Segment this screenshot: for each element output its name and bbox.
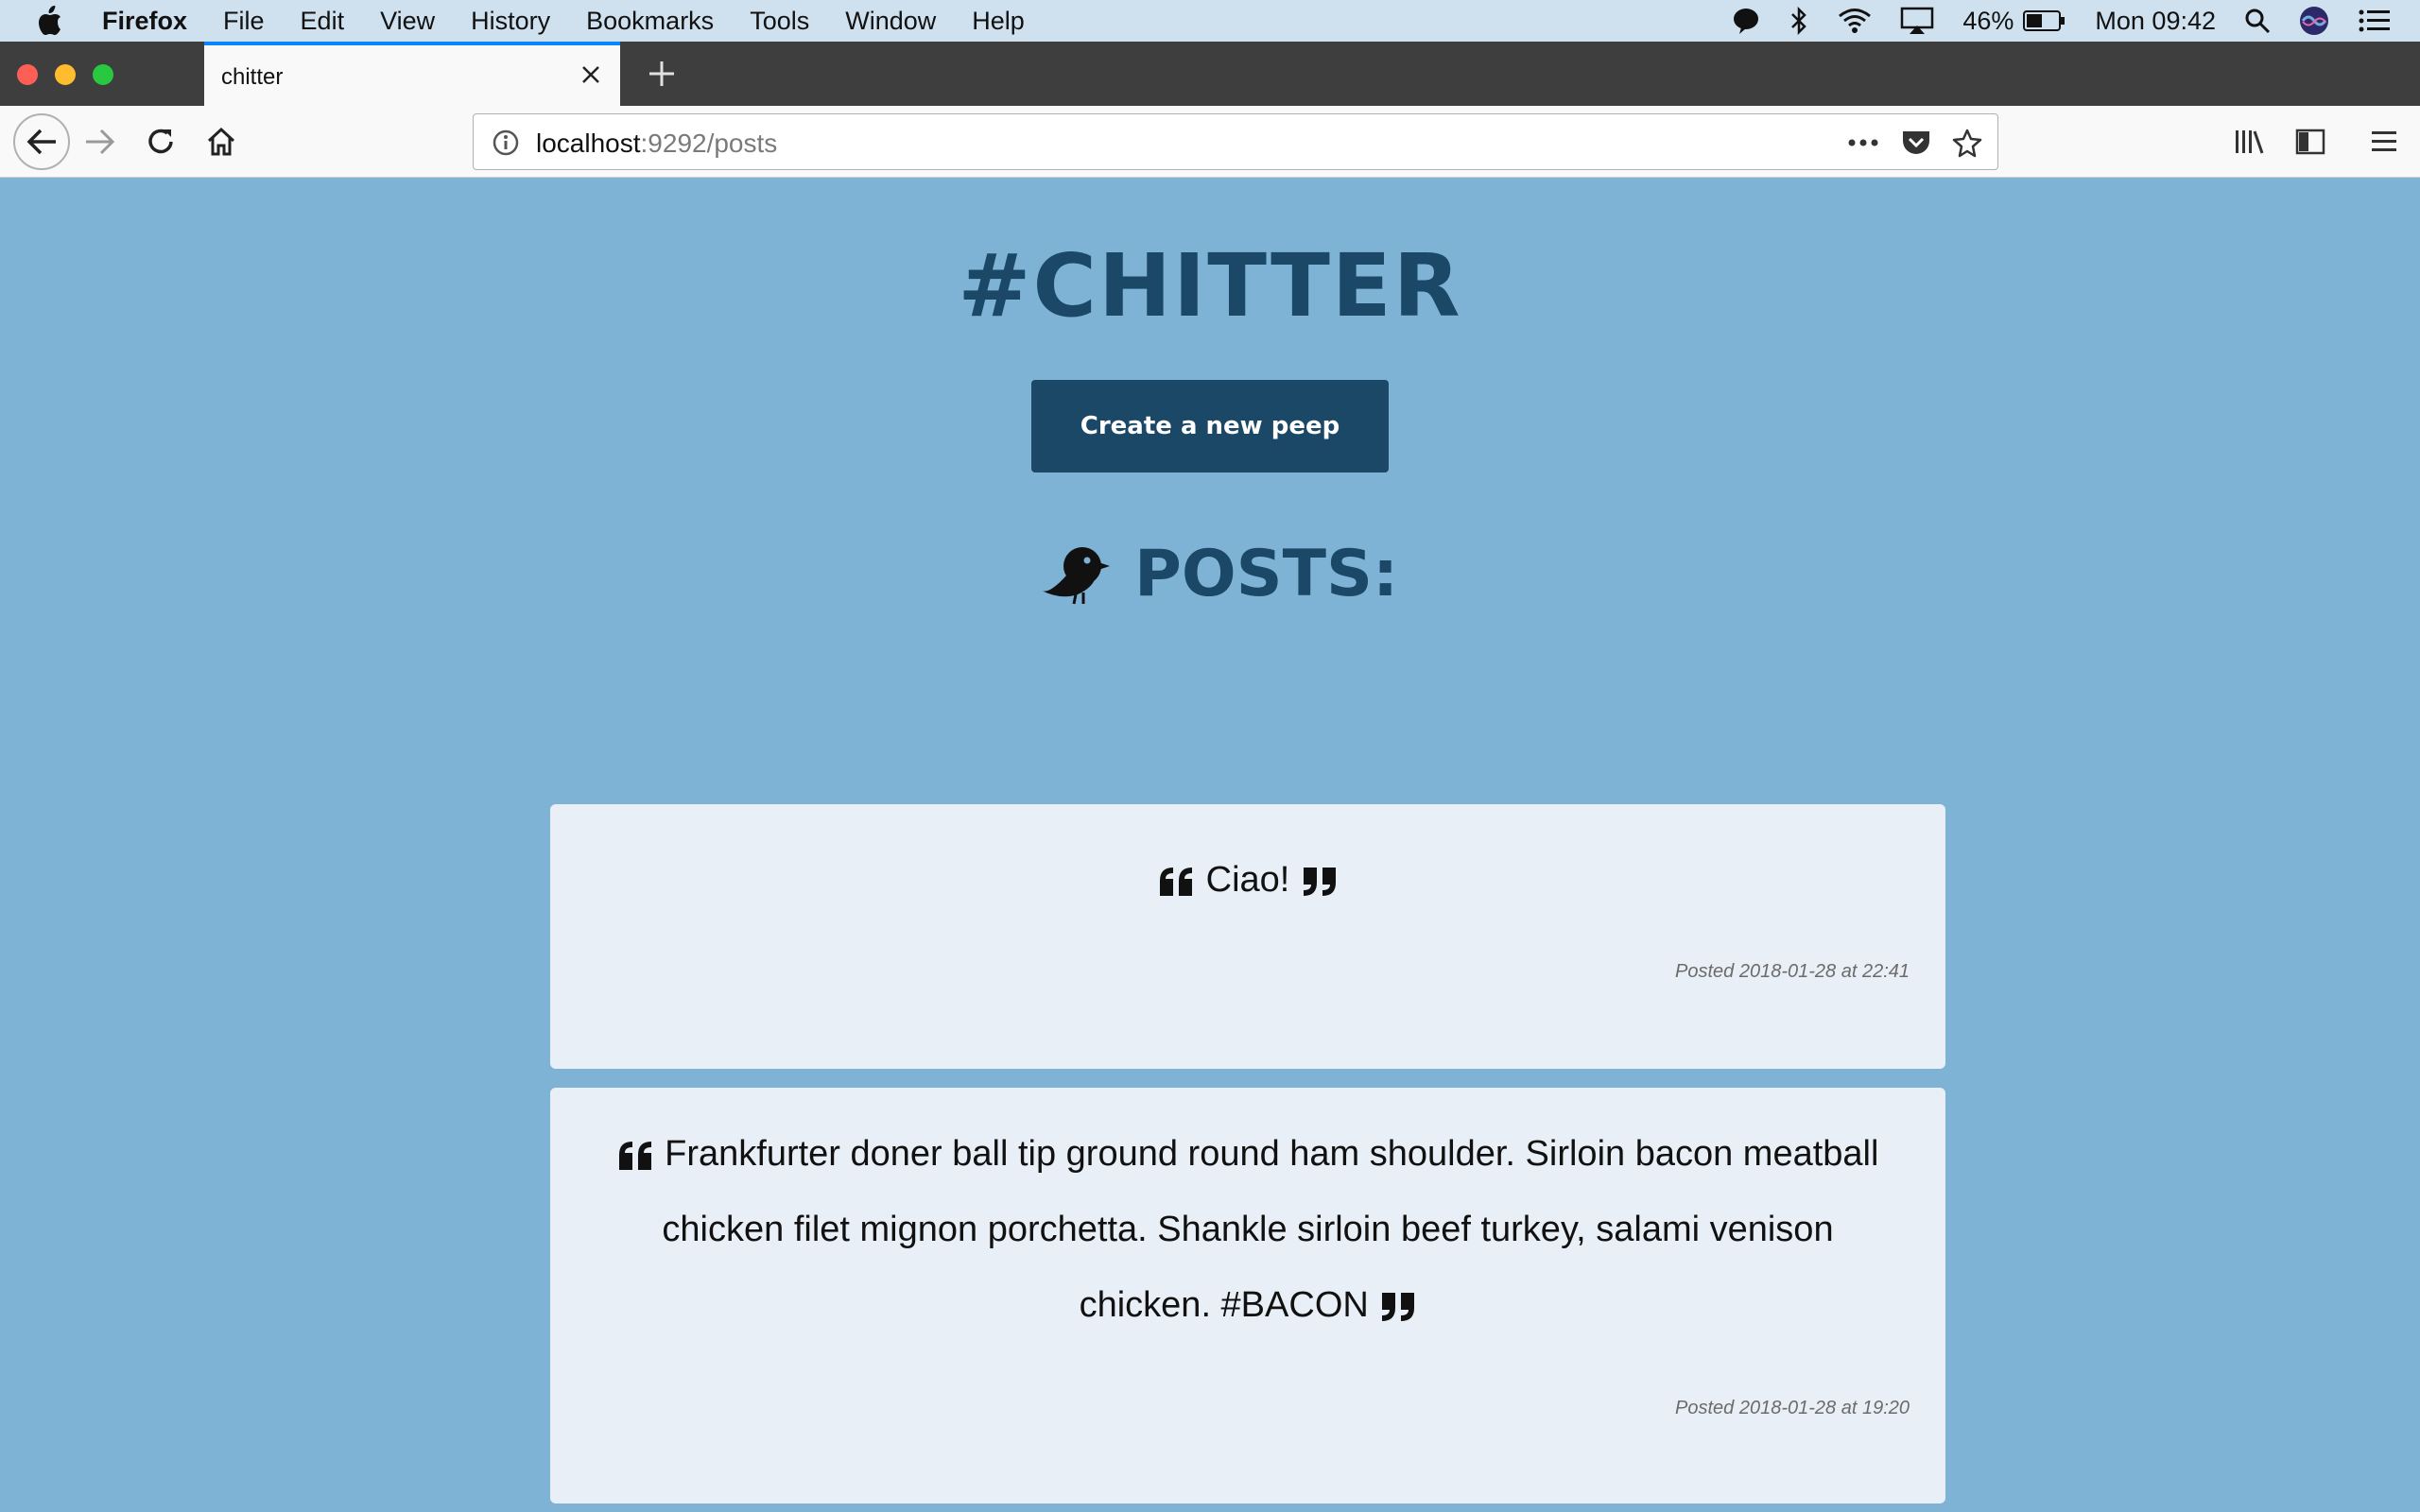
siri-icon[interactable]	[2299, 6, 2329, 36]
post-message: Ciao!	[607, 842, 1889, 918]
posts-heading: POSTS:	[1040, 526, 1437, 621]
menu-view[interactable]: View	[380, 7, 435, 36]
menu-history[interactable]: History	[471, 7, 550, 36]
tab-close-icon[interactable]	[575, 59, 607, 91]
bluetooth-icon[interactable]	[1789, 6, 1809, 36]
spotlight-search-icon[interactable]	[2244, 8, 2271, 34]
forward-arrow-icon[interactable]	[74, 115, 127, 168]
window-minimize-button[interactable]	[55, 64, 76, 85]
menu-file[interactable]: File	[223, 7, 265, 36]
menu-edit[interactable]: Edit	[301, 7, 345, 36]
open-quote-icon	[1160, 867, 1193, 896]
close-quote-icon	[1303, 867, 1336, 896]
post-message-text: Ciao!	[1205, 860, 1290, 900]
menu-help[interactable]: Help	[972, 7, 1025, 36]
home-icon[interactable]	[195, 115, 248, 168]
posts-heading-text: POSTS:	[1134, 536, 1399, 611]
post-message-text: Frankfurter doner ball tip ground round …	[662, 1134, 1879, 1325]
reload-icon[interactable]	[134, 115, 187, 168]
post-card: Ciao! Posted 2018-01-28 at 22:41	[550, 804, 1945, 1069]
menu-bookmarks[interactable]: Bookmarks	[586, 7, 714, 36]
navigation-toolbar: localhost:9292/posts	[0, 106, 2420, 178]
site-info-icon[interactable]	[491, 128, 521, 158]
menu-bar-status-area: 46% Mon 09:42	[1732, 0, 2420, 42]
post-timestamp: Posted 2018-01-28 at 22:41	[1675, 961, 1910, 982]
tab-chitter[interactable]: chitter	[204, 42, 620, 106]
menu-window[interactable]: Window	[845, 7, 936, 36]
battery-icon[interactable]	[2023, 9, 2066, 32]
menu-app-firefox[interactable]: Firefox	[102, 7, 187, 36]
window-zoom-button[interactable]	[93, 64, 113, 85]
post-message: Frankfurter doner ball tip ground round …	[607, 1116, 1889, 1343]
url-bar[interactable]: localhost:9292/posts	[473, 113, 1998, 170]
bookmark-star-icon[interactable]	[1948, 126, 1986, 160]
open-quote-icon	[618, 1141, 651, 1170]
tab-strip: chitter	[0, 42, 2420, 106]
notification-center-icon[interactable]	[2358, 8, 2392, 34]
url-host: localhost	[536, 129, 641, 158]
url-text[interactable]: localhost:9292/posts	[536, 129, 777, 159]
airplay-icon[interactable]	[1900, 7, 1934, 35]
clock[interactable]: Mon 09:42	[2095, 7, 2216, 36]
tab-title: chitter	[221, 64, 284, 90]
page-actions-icon[interactable]	[1844, 126, 1882, 160]
window-close-button[interactable]	[17, 64, 38, 85]
site-title: #CHITTER	[958, 235, 1462, 336]
sidebar-toggle-icon[interactable]	[2290, 121, 2331, 163]
post-timestamp: Posted 2018-01-28 at 19:20	[1675, 1398, 1910, 1418]
page-content: #CHITTER Create a new peep POSTS: Ciao! …	[0, 179, 2420, 1503]
library-icon[interactable]	[2229, 121, 2271, 163]
close-quote-icon	[1382, 1292, 1415, 1321]
macos-menu-bar: Firefox File Edit View History Bookmarks…	[0, 0, 2420, 42]
pocket-icon[interactable]	[1897, 126, 1935, 160]
url-path: :9292/posts	[640, 129, 778, 158]
menu-tools[interactable]: Tools	[750, 7, 809, 36]
new-tab-plus-icon[interactable]	[643, 55, 681, 93]
post-card: Frankfurter doner ball tip ground round …	[550, 1088, 1945, 1503]
chat-bubble-icon[interactable]	[1732, 7, 1760, 35]
create-peep-button[interactable]: Create a new peep	[1031, 380, 1389, 472]
back-arrow-icon[interactable]	[13, 113, 70, 170]
hamburger-menu-icon[interactable]	[2363, 121, 2405, 163]
wifi-icon[interactable]	[1838, 8, 1872, 34]
apple-menu-icon[interactable]	[36, 6, 74, 36]
battery-percent: 46%	[1962, 6, 2014, 35]
bird-icon	[1042, 547, 1110, 605]
